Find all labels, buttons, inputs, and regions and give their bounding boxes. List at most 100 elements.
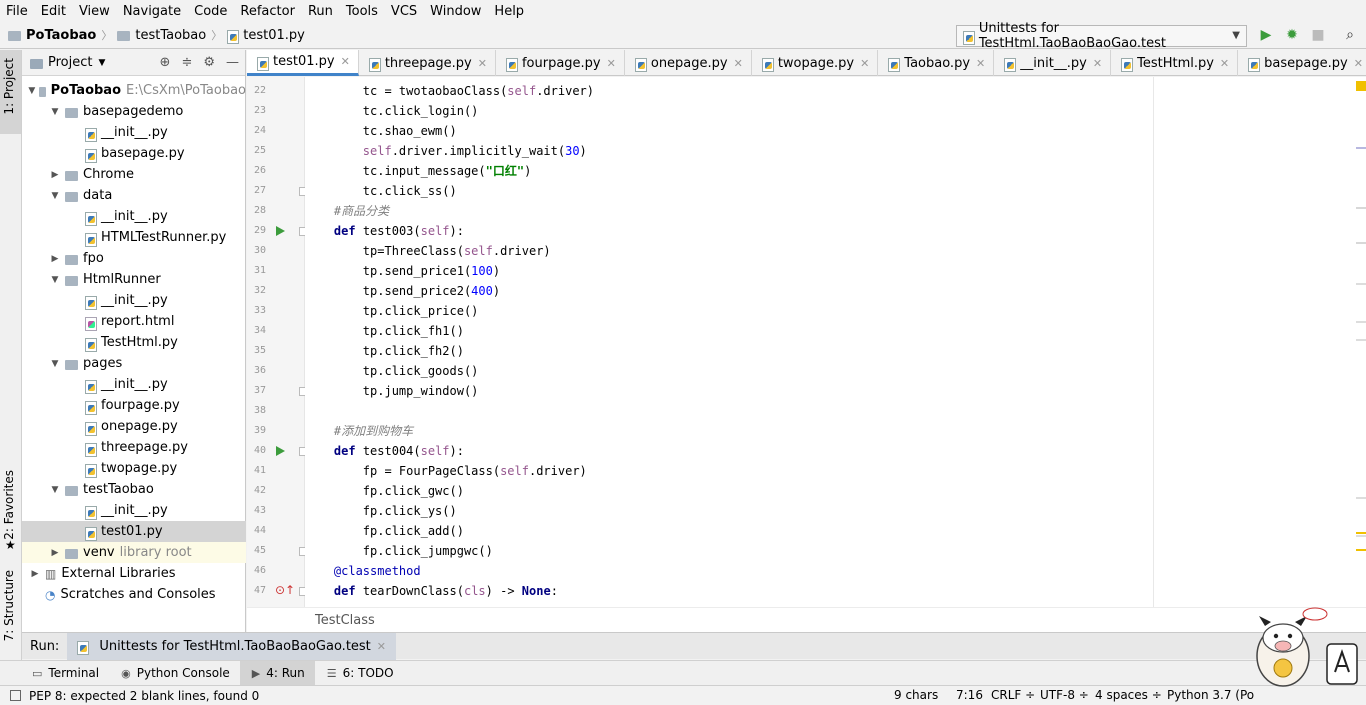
menu-item-run[interactable]: Run xyxy=(308,4,333,19)
run-icon[interactable]: ▶ xyxy=(1258,27,1274,43)
menu-item-window[interactable]: Window xyxy=(430,4,481,19)
status-encoding[interactable]: UTF-8 ÷ xyxy=(1040,688,1089,702)
debug-icon[interactable]: ✹ xyxy=(1284,27,1300,43)
tree-item[interactable]: basepage.py xyxy=(22,143,246,164)
tree-item[interactable]: __init__.py xyxy=(22,290,246,311)
context-class-label[interactable]: TestClass xyxy=(315,613,375,628)
tree-item[interactable]: ▶ venv library root xyxy=(22,542,246,563)
tree-item[interactable]: threepage.py xyxy=(22,437,246,458)
chevron-down-icon[interactable]: ▼ xyxy=(48,485,62,495)
close-icon[interactable]: ✕ xyxy=(377,640,386,653)
tree-item[interactable]: TestHtml.py xyxy=(22,332,246,353)
chevron-right-icon[interactable]: ▶ xyxy=(48,170,62,180)
tree-item[interactable]: ▶ Chrome xyxy=(22,164,246,185)
tree-item-label: venv xyxy=(83,545,115,560)
menu-item-file[interactable]: File xyxy=(6,4,28,19)
editor-tab[interactable]: onepage.py ✕ xyxy=(625,50,752,76)
status-indent[interactable]: 4 spaces ÷ xyxy=(1095,688,1162,702)
menu-item-code[interactable]: Code xyxy=(194,4,227,19)
tree-item[interactable]: ▶ fpo xyxy=(22,248,246,269)
status-line-separator[interactable]: CRLF ÷ xyxy=(991,688,1035,702)
close-icon[interactable]: ✕ xyxy=(341,55,350,68)
run-test-icon[interactable] xyxy=(276,446,285,456)
menu-item-refactor[interactable]: Refactor xyxy=(240,4,295,19)
editor-tab[interactable]: TestHtml.py ✕ xyxy=(1111,50,1239,76)
tree-item[interactable]: __init__.py xyxy=(22,374,246,395)
tool-window-terminal[interactable]: ▭ Terminal xyxy=(20,661,109,686)
tree-item[interactable]: __init__.py xyxy=(22,500,246,521)
side-tab-structure[interactable]: 7: Structure xyxy=(2,570,16,641)
tree-item[interactable]: __init__.py xyxy=(22,206,246,227)
gear-icon[interactable]: ⚙ xyxy=(203,55,215,70)
tree-item[interactable]: ◔ Scratches and Consoles xyxy=(22,584,246,605)
chevron-down-icon[interactable]: ▼ xyxy=(48,191,62,201)
editor-tab[interactable]: threepage.py ✕ xyxy=(359,50,496,76)
line-number: 24 xyxy=(253,125,266,136)
close-icon[interactable]: ✕ xyxy=(1354,57,1363,70)
menu-item-view[interactable]: View xyxy=(79,4,110,19)
override-icon[interactable]: ⊙↑ xyxy=(275,583,295,597)
chevron-right-icon[interactable]: ▶ xyxy=(48,254,62,264)
status-position[interactable]: 7:16 xyxy=(956,688,983,702)
chevron-down-icon[interactable]: ▼ xyxy=(48,107,62,117)
chevron-down-icon[interactable]: ▼ xyxy=(48,359,62,369)
tree-item[interactable]: ▼ basepagedemo xyxy=(22,101,246,122)
tree-item[interactable]: HTMLTestRunner.py xyxy=(22,227,246,248)
editor-tab[interactable]: Taobao.py ✕ xyxy=(878,50,995,76)
tree-item[interactable]: ▶ ▥ External Libraries xyxy=(22,563,246,584)
close-icon[interactable]: ✕ xyxy=(860,57,869,70)
chevron-right-icon[interactable]: ▶ xyxy=(48,548,62,558)
editor-tab[interactable]: test01.py ✕ xyxy=(247,50,359,76)
collapse-icon[interactable]: ≑ xyxy=(181,55,192,70)
search-icon[interactable]: ⌕ xyxy=(1342,27,1358,43)
close-icon[interactable]: ✕ xyxy=(478,57,487,70)
tree-item[interactable]: report.html xyxy=(22,311,246,332)
side-tab-project[interactable]: 1: Project xyxy=(2,58,16,115)
menu-item-edit[interactable]: Edit xyxy=(41,4,66,19)
breadcrumb-file[interactable]: test01.py xyxy=(243,28,305,43)
code-editor[interactable]: tc = twotaobaoClass(self.driver) tc.clic… xyxy=(305,77,1153,607)
tree-item[interactable]: ▼ HtmlRunner xyxy=(22,269,246,290)
tool-window-python-console[interactable]: ◉ Python Console xyxy=(109,661,240,686)
menu-item-help[interactable]: Help xyxy=(494,4,524,19)
project-view-select[interactable]: Project xyxy=(48,55,92,70)
tree-item[interactable]: test01.py xyxy=(22,521,246,542)
tool-window-4-run[interactable]: ▶ 4: Run xyxy=(239,660,315,686)
error-stripe[interactable] xyxy=(1350,77,1366,607)
menu-item-navigate[interactable]: Navigate xyxy=(123,4,181,19)
editor-tab[interactable]: twopage.py ✕ xyxy=(752,50,879,76)
hide-icon[interactable]: — xyxy=(226,55,239,70)
chevron-right-icon[interactable]: ▶ xyxy=(28,569,42,579)
chevron-down-icon[interactable]: ▼ xyxy=(28,86,36,96)
tool-window-6-todo[interactable]: ☰ 6: TODO xyxy=(315,661,404,686)
chevron-down-icon[interactable]: ▼ xyxy=(48,275,62,285)
close-icon[interactable]: ✕ xyxy=(1220,57,1229,70)
close-icon[interactable]: ✕ xyxy=(1093,57,1102,70)
tree-item[interactable]: twopage.py xyxy=(22,458,246,479)
tree-item[interactable]: ▼ testTaobao xyxy=(22,479,246,500)
breadcrumb-project[interactable]: PoTaobao xyxy=(26,28,96,43)
run-tab[interactable]: Unittests for TestHtml.TaoBaoBaoGao.test… xyxy=(67,632,397,660)
close-icon[interactable]: ✕ xyxy=(607,57,616,70)
menu-item-vcs[interactable]: VCS xyxy=(391,4,417,19)
tree-item[interactable]: ▼ pages xyxy=(22,353,246,374)
tree-item[interactable]: onepage.py xyxy=(22,416,246,437)
tree-item[interactable]: fourpage.py xyxy=(22,395,246,416)
run-test-icon[interactable] xyxy=(276,226,285,236)
locate-icon[interactable]: ⊕ xyxy=(160,55,171,70)
editor-tab[interactable]: basepage.py ✕ xyxy=(1238,50,1366,76)
toggle-tool-windows-icon[interactable] xyxy=(10,690,21,701)
run-configuration-select[interactable]: Unittests for TestHtml.TaoBaoBaoGao.test… xyxy=(956,21,1247,51)
stop-icon[interactable]: ■ xyxy=(1310,27,1326,43)
side-tab-favorites[interactable]: 2: Favorites xyxy=(2,470,16,540)
tree-item[interactable]: ▼ data xyxy=(22,185,246,206)
close-icon[interactable]: ✕ xyxy=(976,57,985,70)
tree-item[interactable]: ▼ PoTaobao E:\CsXm\PoTaobao xyxy=(22,80,246,101)
menu-item-tools[interactable]: Tools xyxy=(346,4,378,19)
status-interpreter[interactable]: Python 3.7 (Po xyxy=(1167,688,1254,702)
editor-tab[interactable]: fourpage.py ✕ xyxy=(496,50,625,76)
breadcrumb-folder[interactable]: testTaobao xyxy=(135,28,206,43)
tree-item[interactable]: __init__.py xyxy=(22,122,246,143)
close-icon[interactable]: ✕ xyxy=(734,57,743,70)
editor-tab[interactable]: __init__.py ✕ xyxy=(994,50,1112,76)
